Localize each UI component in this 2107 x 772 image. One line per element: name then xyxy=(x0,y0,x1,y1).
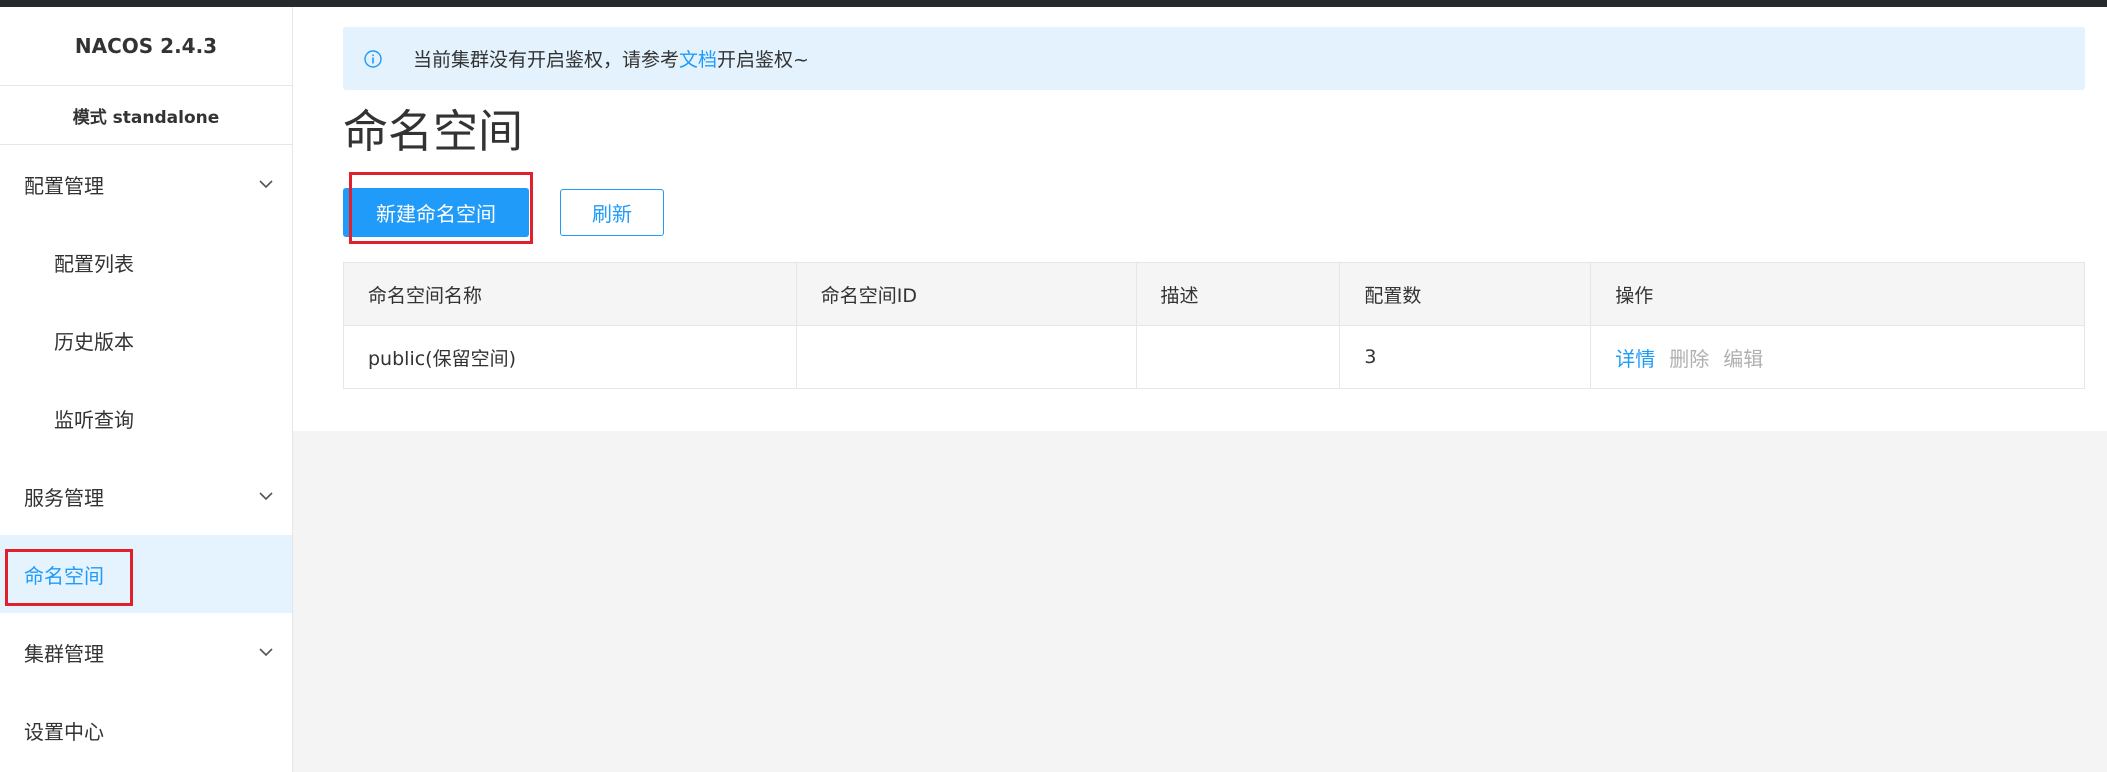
sidebar-item-label: 集群管理 xyxy=(24,641,104,666)
chevron-down-icon xyxy=(259,648,273,657)
column-header-name: 命名空间名称 xyxy=(343,262,797,326)
cell-actions: 详情 删除 编辑 xyxy=(1590,325,2085,389)
sidebar-item-config-management[interactable]: 配置管理 xyxy=(0,145,292,223)
sidebar-item-label: 设置中心 xyxy=(24,719,104,744)
sidebar-item-listener-query[interactable]: 监听查询 xyxy=(0,379,292,457)
cell-description xyxy=(1135,325,1341,389)
docs-link[interactable]: 文档 xyxy=(679,45,717,72)
chevron-down-icon xyxy=(259,180,273,189)
chevron-down-icon xyxy=(259,492,273,501)
column-header-id: 命名空间ID xyxy=(795,262,1137,326)
sidebar-item-service-management[interactable]: 服务管理 xyxy=(0,457,292,535)
alert-text-before: 当前集群没有开启鉴权，请参考 xyxy=(413,49,680,71)
table-header-row: 命名空间名称 命名空间ID 描述 配置数 操作 xyxy=(343,262,2085,326)
sidebar-item-config-list[interactable]: 配置列表 xyxy=(0,223,292,301)
cell-config-count: 3 xyxy=(1339,325,1592,389)
sidebar-item-label: 命名空间 xyxy=(24,563,104,588)
cell-namespace-name: public(保留空间) xyxy=(343,325,797,389)
create-namespace-button[interactable]: 新建命名空间 xyxy=(343,188,529,237)
edit-link[interactable]: 编辑 xyxy=(1723,347,1763,371)
page-title: 命名空间 xyxy=(343,105,524,158)
column-header-config-count: 配置数 xyxy=(1339,262,1592,326)
sidebar-item-label: 配置管理 xyxy=(24,173,104,198)
auth-alert: 当前集群没有开启鉴权，请参考 文档 开启鉴权~ xyxy=(343,27,2085,90)
brand-title: NACOS 2.4.3 xyxy=(0,7,292,86)
sidebar-item-label: 监听查询 xyxy=(54,407,134,432)
sidebar-item-label: 历史版本 xyxy=(54,329,134,354)
mode-label: 模式 standalone xyxy=(0,86,292,145)
column-header-actions: 操作 xyxy=(1590,262,2085,326)
sidebar: NACOS 2.4.3 模式 standalone 配置管理 配置列表 历史版本… xyxy=(0,7,293,772)
sidebar-item-label: 配置列表 xyxy=(54,251,134,276)
info-icon xyxy=(364,50,382,68)
main-content: 当前集群没有开启鉴权，请参考 文档 开启鉴权~ 命名空间 新建命名空间 刷新 命名空… xyxy=(293,7,2107,431)
top-bar xyxy=(0,0,2107,7)
refresh-button[interactable]: 刷新 xyxy=(560,189,664,236)
sidebar-item-cluster-management[interactable]: 集群管理 xyxy=(0,613,292,691)
sidebar-item-settings-center[interactable]: 设置中心 xyxy=(0,691,292,769)
column-header-description: 描述 xyxy=(1135,262,1341,326)
details-link[interactable]: 详情 xyxy=(1615,347,1655,371)
table-row: public(保留空间) 3 详情 删除 编辑 xyxy=(343,325,2085,389)
sidebar-item-namespace[interactable]: 命名空间 xyxy=(0,535,292,613)
sidebar-item-history[interactable]: 历史版本 xyxy=(0,301,292,379)
sidebar-item-label: 服务管理 xyxy=(24,485,104,510)
cell-namespace-id xyxy=(795,325,1137,389)
delete-link[interactable]: 删除 xyxy=(1669,347,1709,371)
alert-text-after: 开启鉴权~ xyxy=(717,49,809,71)
namespace-table: 命名空间名称 命名空间ID 描述 配置数 操作 public(保留空间) 3 详… xyxy=(343,262,2085,389)
